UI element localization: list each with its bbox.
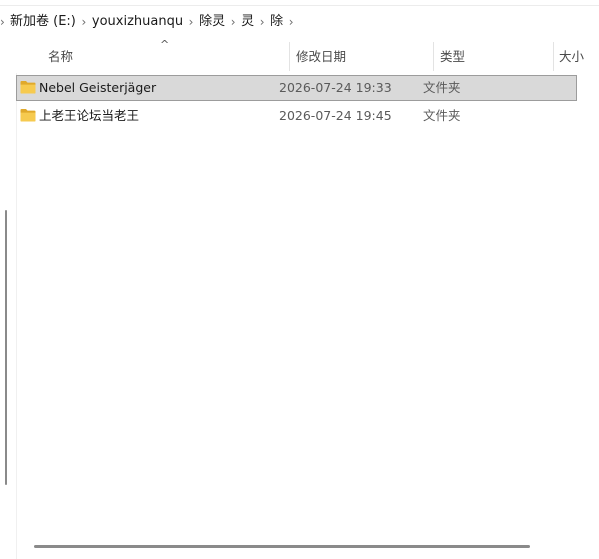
- column-header-size[interactable]: 大小: [559, 40, 584, 73]
- breadcrumb-separator-icon[interactable]: ›: [184, 16, 198, 28]
- file-explorer-window: › 新加卷 (E:) › youxizhuanqu › 除灵 › 灵 › 除 ›…: [0, 0, 599, 559]
- folder-icon: [20, 80, 36, 94]
- column-header-name[interactable]: 名称: [48, 40, 73, 73]
- horizontal-scrollbar-thumb[interactable]: [34, 545, 530, 548]
- file-date-modified: 2026-07-24 19:45: [279, 108, 392, 123]
- column-divider[interactable]: [553, 42, 554, 71]
- breadcrumb-item-ling[interactable]: 灵: [240, 8, 255, 36]
- breadcrumb-item-youxizhuanqu[interactable]: youxizhuanqu: [91, 8, 184, 36]
- breadcrumb-item-drive[interactable]: 新加卷 (E:): [9, 8, 77, 36]
- navigation-pane-edge: [0, 40, 17, 559]
- file-name: Nebel Geisterjäger: [39, 80, 157, 95]
- file-type: 文件夹: [423, 80, 461, 95]
- breadcrumb-item-chuling[interactable]: 除灵: [198, 8, 226, 36]
- file-row-nebel-geisterjager[interactable]: Nebel Geisterjäger 2026-07-24 19:33 文件夹: [16, 75, 577, 101]
- vertical-scrollbar-thumb[interactable]: [5, 210, 7, 485]
- breadcrumb: › 新加卷 (E:) › youxizhuanqu › 除灵 › 灵 › 除 ›: [0, 8, 599, 36]
- breadcrumb-separator-icon[interactable]: ›: [255, 16, 269, 28]
- file-date-modified: 2026-07-24 19:33: [279, 80, 392, 95]
- breadcrumb-separator-icon[interactable]: ›: [284, 16, 298, 28]
- column-header-date-modified[interactable]: 修改日期: [296, 40, 346, 73]
- breadcrumb-item-chu[interactable]: 除: [269, 8, 284, 36]
- top-strip: [0, 0, 599, 6]
- column-divider[interactable]: [433, 42, 434, 71]
- file-type: 文件夹: [423, 108, 461, 123]
- column-header-type[interactable]: 类型: [440, 40, 465, 73]
- breadcrumb-separator-icon[interactable]: ›: [226, 16, 240, 28]
- horizontal-scrollbar[interactable]: [16, 540, 599, 554]
- breadcrumb-separator-icon[interactable]: ›: [77, 16, 91, 28]
- folder-icon: [20, 108, 36, 122]
- sort-ascending-icon: ^: [160, 38, 170, 51]
- breadcrumb-separator-icon[interactable]: ›: [0, 16, 9, 28]
- file-row-laowang-forum[interactable]: 上老王论坛当老王 2026-07-24 19:45 文件夹: [16, 103, 577, 129]
- column-header-bar: ^ 名称 修改日期 类型 大小: [16, 38, 599, 73]
- column-divider[interactable]: [289, 42, 290, 71]
- file-name: 上老王论坛当老王: [39, 108, 140, 123]
